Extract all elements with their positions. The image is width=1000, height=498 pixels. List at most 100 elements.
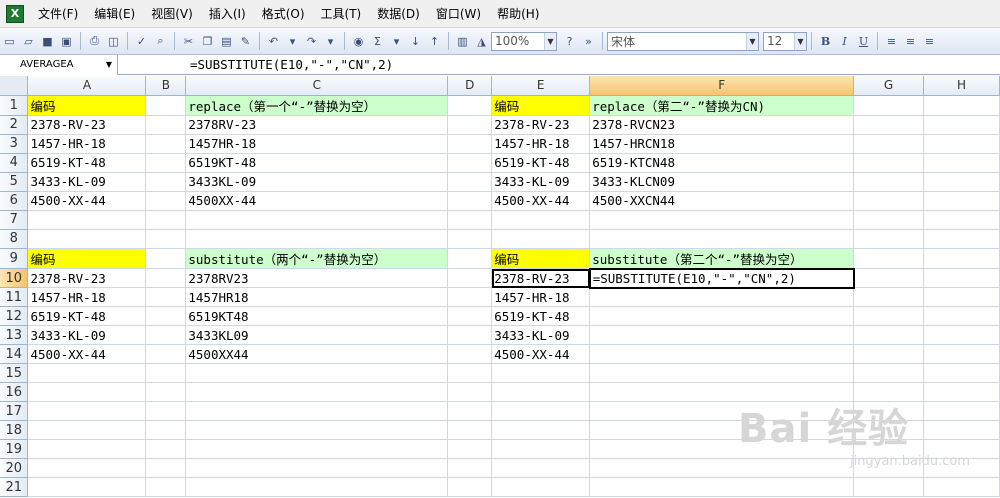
cell-a21[interactable] — [27, 477, 147, 497]
cell-e19[interactable] — [491, 439, 591, 459]
cell-f7[interactable] — [589, 210, 855, 230]
cell-g12[interactable] — [853, 306, 925, 326]
menu-insert[interactable]: 插入(I) — [201, 3, 254, 25]
hyperlink-icon[interactable]: ◉ — [350, 33, 367, 50]
cell-b7[interactable] — [145, 210, 187, 230]
select-all-corner[interactable] — [0, 76, 29, 96]
cell-e3[interactable]: 1457-HR-18 — [491, 134, 591, 154]
cell-a6[interactable]: 4500-XX-44 — [27, 191, 147, 211]
cell-e17[interactable] — [491, 401, 591, 421]
cell-c19[interactable] — [185, 439, 449, 459]
row-header[interactable]: 13 — [0, 325, 29, 345]
column-header[interactable]: D — [447, 76, 493, 96]
copy-icon[interactable]: ❐ — [199, 33, 216, 50]
cell-c7[interactable] — [185, 210, 449, 230]
row-header[interactable]: 17 — [0, 401, 29, 421]
column-header[interactable]: C — [185, 76, 449, 96]
cell-h11[interactable] — [923, 287, 1000, 307]
cell-b1[interactable] — [145, 95, 187, 116]
cell-c1[interactable]: replace（第一个“-”替换为空） — [185, 95, 449, 116]
cell-h6[interactable] — [923, 191, 1000, 211]
menu-data[interactable]: 数据(D) — [369, 3, 428, 25]
cell-d2[interactable] — [447, 115, 493, 135]
autosum-icon[interactable]: Σ — [369, 33, 386, 50]
cell-d13[interactable] — [447, 325, 493, 345]
cell-c10[interactable]: 2378RV23 — [185, 268, 449, 288]
cell-f13[interactable] — [589, 325, 855, 345]
cell-e20[interactable] — [491, 458, 591, 478]
cell-e7[interactable] — [491, 210, 591, 230]
cell-g5[interactable] — [853, 172, 925, 192]
cell-a4[interactable]: 6519-KT-48 — [27, 153, 147, 173]
cell-g1[interactable] — [853, 95, 925, 116]
print-preview-icon[interactable]: ◫ — [105, 33, 122, 50]
cell-g8[interactable] — [853, 229, 925, 249]
cell-d15[interactable] — [447, 363, 493, 383]
cell-h13[interactable] — [923, 325, 1000, 345]
cell-a14[interactable]: 4500-XX-44 — [27, 344, 147, 364]
column-header[interactable]: G — [853, 76, 925, 96]
cell-f3[interactable]: 1457-HRCN18 — [589, 134, 855, 154]
cell-f9[interactable]: substitute（第二个“-”替换为空） — [589, 248, 855, 269]
cell-d3[interactable] — [447, 134, 493, 154]
cell-c18[interactable] — [185, 420, 449, 440]
cell-c14[interactable]: 4500XX44 — [185, 344, 449, 364]
autosum-dropdown-icon[interactable]: ▾ — [388, 33, 405, 50]
cell-b12[interactable] — [145, 306, 187, 326]
cell-c12[interactable]: 6519KT48 — [185, 306, 449, 326]
paste-icon[interactable]: ▤ — [218, 33, 235, 50]
row-header[interactable]: 14 — [0, 344, 29, 364]
cell-g2[interactable] — [853, 115, 925, 135]
cell-a9[interactable]: 编码 — [27, 248, 147, 269]
undo-dropdown-icon[interactable]: ▾ — [284, 33, 301, 50]
row-header[interactable]: 5 — [0, 172, 29, 192]
cell-a16[interactable] — [27, 382, 147, 402]
cell-g13[interactable] — [853, 325, 925, 345]
row-header[interactable]: 9 — [0, 248, 29, 269]
cell-a10[interactable]: 2378-RV-23 — [27, 268, 147, 288]
sort-descending-icon[interactable]: ↑ — [426, 33, 443, 50]
column-header-active[interactable]: F — [589, 76, 855, 96]
cell-d9[interactable] — [447, 248, 493, 269]
cell-a12[interactable]: 6519-KT-48 — [27, 306, 147, 326]
format-painter-icon[interactable]: ✎ — [237, 33, 254, 50]
row-header[interactable]: 19 — [0, 439, 29, 459]
underline-button[interactable]: U — [855, 33, 872, 50]
cell-e5[interactable]: 3433-KL-09 — [491, 172, 591, 192]
cell-f1[interactable]: replace（第二“-”替换为CN) — [589, 95, 855, 116]
row-header[interactable]: 3 — [0, 134, 29, 154]
chevron-down-icon[interactable]: ▼ — [101, 56, 117, 74]
cell-f4[interactable]: 6519-KTCN48 — [589, 153, 855, 173]
cell-h12[interactable] — [923, 306, 1000, 326]
cell-e15[interactable] — [491, 363, 591, 383]
cell-b17[interactable] — [145, 401, 187, 421]
menu-tools[interactable]: 工具(T) — [313, 3, 370, 25]
cell-e14[interactable]: 4500-XX-44 — [491, 344, 591, 364]
cell-h10[interactable] — [923, 268, 1000, 288]
cell-a11[interactable]: 1457-HR-18 — [27, 287, 147, 307]
column-header[interactable]: E — [491, 76, 591, 96]
cell-e9[interactable]: 编码 — [491, 248, 591, 269]
cell-b3[interactable] — [145, 134, 187, 154]
cell-e8[interactable] — [491, 229, 591, 249]
cell-h3[interactable] — [923, 134, 1000, 154]
cell-c8[interactable] — [185, 229, 449, 249]
chart-wizard-icon[interactable]: ▥ — [454, 33, 471, 50]
cell-d1[interactable] — [447, 95, 493, 116]
cell-a2[interactable]: 2378-RV-23 — [27, 115, 147, 135]
cell-g4[interactable] — [853, 153, 925, 173]
cell-d4[interactable] — [447, 153, 493, 173]
cell-c21[interactable] — [185, 477, 449, 497]
cell-d7[interactable] — [447, 210, 493, 230]
cell-e13[interactable]: 3433-KL-09 — [491, 325, 591, 345]
cell-g6[interactable] — [853, 191, 925, 211]
cell-b18[interactable] — [145, 420, 187, 440]
cell-e10[interactable]: 2378-RV-23 — [491, 268, 591, 288]
print-icon[interactable]: ⎙ — [86, 33, 103, 50]
row-header[interactable]: 16 — [0, 382, 29, 402]
cell-h7[interactable] — [923, 210, 1000, 230]
undo-icon[interactable]: ↶ — [265, 33, 282, 50]
cell-b5[interactable] — [145, 172, 187, 192]
italic-button[interactable]: I — [836, 33, 853, 50]
cell-f15[interactable] — [589, 363, 855, 383]
